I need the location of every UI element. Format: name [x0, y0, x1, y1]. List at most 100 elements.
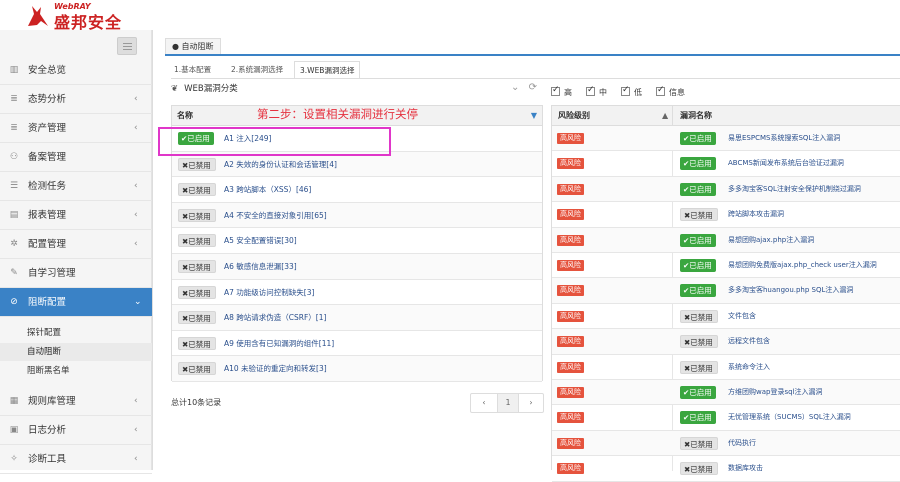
filter-info-checkbox[interactable]: 信息: [656, 85, 685, 98]
vulnerability-name[interactable]: 文件包含: [728, 311, 756, 321]
status-toggle-button[interactable]: ✔已启用: [680, 386, 716, 399]
sort-icon[interactable]: ▼: [531, 106, 537, 126]
wolf-logo-icon: [28, 6, 48, 26]
tab-auto-block[interactable]: ● 自动阻断: [165, 38, 221, 54]
status-toggle-button[interactable]: ✖已禁用: [178, 157, 216, 171]
sidebar-item-4[interactable]: ⚇ 备案管理: [0, 143, 152, 172]
category-name[interactable]: A8 跨站请求伪造（CSRF）[1]: [224, 312, 326, 323]
status-toggle-button[interactable]: ✔已启用: [680, 259, 716, 272]
sidebar-item-8[interactable]: ✎ 自学习管理: [0, 259, 152, 288]
vulnerability-row: 高风险 ✖已禁用 代码执行: [552, 430, 900, 457]
chevron-icon: ⌄: [134, 297, 142, 307]
sidebar-item-9[interactable]: ⊘ 阻断配置 ⌄: [0, 288, 152, 317]
status-toggle-button[interactable]: ✖已禁用: [178, 362, 216, 376]
risk-badge: 高风险: [557, 234, 584, 246]
category-name[interactable]: A10 未验证的重定向和转发[3]: [224, 363, 327, 374]
step-tab-3[interactable]: 3.WEB漏洞选择: [294, 61, 361, 79]
category-row: ✖已禁用 A10 未验证的重定向和转发[3]: [172, 356, 542, 382]
status-toggle-button[interactable]: ✔已启用: [680, 284, 716, 298]
category-name[interactable]: A7 功能级访问控制缺失[3]: [224, 287, 314, 298]
status-toggle-button[interactable]: ✖已禁用: [178, 311, 216, 325]
category-name[interactable]: A4 不安全的直接对象引用[65]: [224, 210, 327, 221]
category-name[interactable]: A6 敏感信息泄漏[33]: [224, 261, 297, 272]
main-content: ● 自动阻断 1.基本配置 2.系统漏洞选择 3.WEB漏洞选择 ❦ WEB漏洞分…: [153, 30, 900, 482]
vulnerability-name[interactable]: 数据库攻击: [728, 463, 763, 473]
sidebar-item-10[interactable]: ▦ 规则库管理 ‹: [0, 387, 152, 416]
chevron-down-icon[interactable]: ⌄: [511, 82, 519, 93]
risk-badge: 高风险: [557, 387, 584, 398]
sidebar-item-3[interactable]: ≣ 资产管理 ‹: [0, 114, 152, 143]
vulnerability-row: 高风险 ✔已启用 ABCMS新闻发布系统后台验证过漏洞: [552, 151, 900, 177]
filter-medium-checkbox[interactable]: 中: [586, 85, 607, 98]
vulnerability-name[interactable]: ABCMS新闻发布系统后台验证过漏洞: [728, 158, 844, 168]
vulnerability-name[interactable]: 易想团购免费版ajax.php_check user注入漏洞: [728, 260, 877, 270]
vulnerability-name[interactable]: 易思ESPCMS系统搜索SQL注入漏洞: [728, 133, 840, 143]
status-toggle-button[interactable]: ✔已启用: [680, 182, 716, 196]
status-toggle-button[interactable]: ✔已启用: [680, 157, 716, 171]
category-name[interactable]: A3 跨站脚本（XSS）[46]: [224, 184, 311, 195]
category-row: ✖已禁用 A8 跨站请求伪造（CSRF）[1]: [172, 305, 542, 331]
status-toggle-button[interactable]: ✔已启用: [680, 233, 716, 247]
risk-badge: 高风险: [557, 361, 584, 373]
pager-next-button[interactable]: ›: [519, 394, 543, 412]
category-name[interactable]: A5 安全配置错误[30]: [224, 235, 297, 246]
risk-badge: 高风险: [557, 209, 584, 221]
pager-page-1[interactable]: 1: [497, 394, 519, 412]
category-name[interactable]: A9 使用含有已知漏洞的组件[11]: [224, 338, 334, 349]
vulnerability-name[interactable]: 跨站脚本攻击漏洞: [728, 209, 784, 219]
status-toggle-button[interactable]: ✖已禁用: [680, 208, 718, 222]
vulnerability-name[interactable]: 系统命令注入: [728, 362, 770, 372]
submenu-item-3[interactable]: 阻断黑名单: [0, 362, 152, 380]
filter-low-checkbox[interactable]: 低: [621, 85, 642, 98]
vulnerability-name[interactable]: 多多淘宝客huangou.php SQL注入漏洞: [728, 285, 853, 295]
submenu-item-2[interactable]: 自动阻断: [0, 343, 152, 361]
step-tab-1[interactable]: 1.基本配置: [174, 61, 211, 79]
vulnerability-name[interactable]: 多多淘宝客SQL注射安全保护机制绕过漏洞: [728, 184, 861, 194]
vulnerability-name[interactable]: 无忧管理系统（SUCMS）SQL注入漏洞: [728, 412, 851, 422]
step-tab-2[interactable]: 2.系统漏洞选择: [231, 61, 283, 79]
refresh-icon[interactable]: ⟳: [529, 82, 537, 93]
sidebar-item-5[interactable]: ☰ 检测任务 ‹: [0, 172, 152, 201]
vulnerability-name[interactable]: 方维团购wap登录sql注入漏洞: [728, 387, 823, 397]
status-toggle-button[interactable]: ✖已禁用: [178, 336, 216, 350]
risk-badge: 高风险: [557, 183, 584, 195]
chart-bar-icon: ▥: [9, 65, 19, 75]
status-toggle-button[interactable]: ✖已禁用: [178, 208, 216, 222]
status-toggle-button[interactable]: ✔已启用: [680, 411, 716, 425]
total-records: 总计10条记录: [171, 398, 222, 407]
chevron-icon: ‹: [134, 239, 138, 249]
vulnerability-row: 高风险 ✔已启用 多多淘宝客SQL注射安全保护机制绕过漏洞: [552, 176, 900, 203]
sidebar-item-1[interactable]: ▥ 安全总览: [0, 56, 152, 85]
filter-high-checkbox[interactable]: 高: [551, 85, 572, 98]
tab-bar: ● 自动阻断: [165, 38, 900, 56]
status-toggle-button[interactable]: ✖已禁用: [178, 285, 216, 299]
status-toggle-button[interactable]: ✖已禁用: [680, 436, 718, 450]
status-toggle-button[interactable]: ✔已启用: [680, 132, 716, 145]
chevron-icon: ‹: [134, 94, 138, 104]
sidebar-item-7[interactable]: ✲ 配置管理 ‹: [0, 230, 152, 259]
status-toggle-button[interactable]: ✖已禁用: [178, 234, 216, 248]
sidebar-toggle-button[interactable]: [117, 37, 137, 55]
category-row: ✖已禁用 A6 敏感信息泄漏[33]: [172, 254, 542, 280]
sidebar-item-2[interactable]: ≣ 态势分析 ‹: [0, 85, 152, 114]
sidebar-item-label: 安全总览: [28, 65, 67, 76]
status-toggle-button[interactable]: ✖已禁用: [178, 260, 216, 273]
category-name[interactable]: A2 失效的身份认证和会话管理[4]: [224, 159, 337, 170]
status-toggle-button[interactable]: ✖已禁用: [680, 309, 718, 323]
status-toggle-button[interactable]: ✖已禁用: [680, 462, 718, 476]
status-toggle-button[interactable]: ✖已禁用: [680, 335, 718, 349]
vulnerability-name[interactable]: 远程文件包含: [728, 336, 770, 346]
sidebar-item-11[interactable]: ▣ 日志分析 ‹: [0, 416, 152, 445]
status-toggle-button[interactable]: ✖已禁用: [178, 183, 216, 197]
sort-icon[interactable]: ▲: [662, 106, 668, 126]
report-icon: ▤: [9, 210, 19, 220]
vulnerability-name[interactable]: 易想团购ajax.php注入漏洞: [728, 235, 814, 245]
status-toggle-button[interactable]: ✖已禁用: [680, 360, 718, 374]
risk-badge: 高风险: [557, 412, 584, 424]
vulnerability-name[interactable]: 代码执行: [728, 438, 756, 448]
sidebar-item-label: 配置管理: [28, 239, 67, 250]
pager-prev-button[interactable]: ‹: [471, 394, 497, 412]
submenu-item-1[interactable]: 探针配置: [0, 324, 152, 342]
sidebar-item-6[interactable]: ▤ 报表管理 ‹: [0, 201, 152, 230]
step-annotation: 第二步：设置相关漏洞进行关停: [257, 107, 418, 121]
